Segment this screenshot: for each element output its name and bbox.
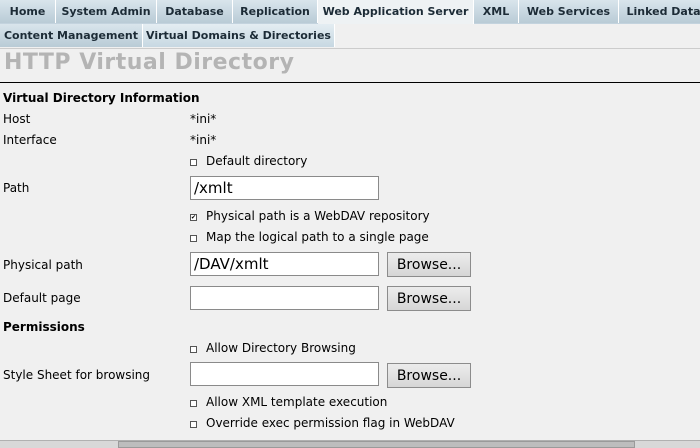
horizontal-scrollbar[interactable] <box>0 440 700 448</box>
tab-linked-data[interactable]: Linked Data <box>619 0 700 23</box>
physical-path-input[interactable] <box>190 252 379 276</box>
physical-path-browse-button[interactable]: Browse... <box>387 252 471 277</box>
host-value: *ini* <box>190 112 217 126</box>
page-title: HTTP Virtual Directory <box>4 50 295 75</box>
allow-xml-template-row: Allow XML template execution <box>190 395 387 409</box>
main-tab-bar: Home System Admin Database Replication W… <box>0 0 700 24</box>
default-directory-row: Default directory <box>190 154 307 168</box>
default-directory-label: Default directory <box>206 154 308 168</box>
path-input[interactable] <box>190 176 379 200</box>
subtab-content-management[interactable]: Content Management <box>0 24 143 47</box>
section-heading-info: Virtual Directory Information <box>3 91 200 105</box>
scrollbar-thumb[interactable] <box>118 441 635 448</box>
allow-dir-browsing-label: Allow Directory Browsing <box>206 341 356 355</box>
default-directory-checkbox[interactable] <box>190 158 197 166</box>
map-single-page-label: Map the logical path to a single page <box>206 230 429 244</box>
path-label: Path <box>3 181 30 195</box>
tab-system-admin[interactable]: System Admin <box>56 0 157 23</box>
override-exec-label: Override exec permission flag in WebDAV <box>206 416 455 430</box>
override-exec-checkbox[interactable] <box>190 420 197 428</box>
tab-replication[interactable]: Replication <box>233 0 318 23</box>
webdav-repo-row: ✔ Physical path is a WebDAV repository <box>190 209 430 223</box>
override-exec-row: Override exec permission flag in WebDAV <box>190 416 455 430</box>
map-single-page-checkbox[interactable] <box>190 234 197 242</box>
tab-database[interactable]: Database <box>157 0 233 23</box>
stylesheet-input[interactable] <box>190 362 379 386</box>
default-page-browse-button[interactable]: Browse... <box>387 286 471 311</box>
title-divider <box>0 82 700 83</box>
default-page-label: Default page <box>3 291 81 305</box>
section-heading-permissions: Permissions <box>3 320 85 334</box>
allow-dir-browsing-checkbox[interactable] <box>190 345 197 353</box>
interface-label: Interface <box>3 133 57 147</box>
default-page-input[interactable] <box>190 286 379 310</box>
tab-xml[interactable]: XML <box>474 0 519 23</box>
interface-value: *ini* <box>190 133 217 147</box>
subtab-virtual-domains[interactable]: Virtual Domains & Directories <box>143 24 335 47</box>
webdav-repo-label: Physical path is a WebDAV repository <box>206 209 430 223</box>
stylesheet-browse-button[interactable]: Browse... <box>387 363 471 388</box>
allow-xml-template-label: Allow XML template execution <box>206 395 388 409</box>
physical-path-label: Physical path <box>3 258 83 272</box>
tab-web-services[interactable]: Web Services <box>519 0 619 23</box>
webdav-repo-checkbox[interactable]: ✔ <box>190 213 197 221</box>
allow-dir-browsing-row: Allow Directory Browsing <box>190 341 356 355</box>
host-label: Host <box>3 112 31 126</box>
allow-xml-template-checkbox[interactable] <box>190 399 197 407</box>
tab-home[interactable]: Home <box>0 0 56 23</box>
map-single-page-row: Map the logical path to a single page <box>190 230 429 244</box>
sub-tab-bar: Content Management Virtual Domains & Dir… <box>0 24 700 49</box>
stylesheet-label: Style Sheet for browsing <box>3 368 151 382</box>
tab-web-application-server[interactable]: Web Application Server <box>318 0 474 24</box>
